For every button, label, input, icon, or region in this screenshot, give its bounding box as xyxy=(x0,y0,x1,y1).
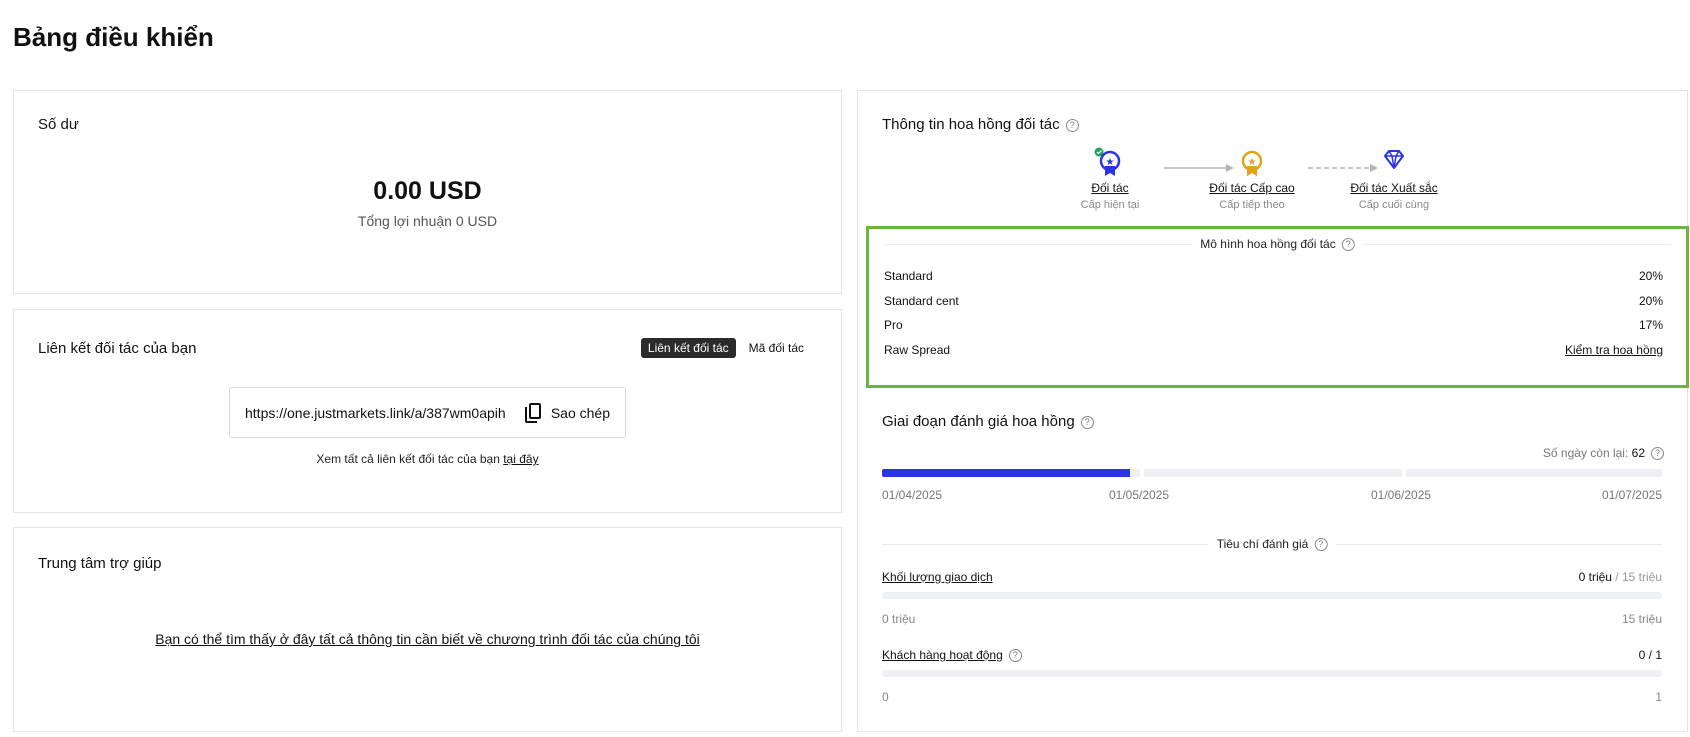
criterion-name[interactable]: Khách hàng hoạt động xyxy=(882,648,1003,662)
period-date: 01/06/2025 xyxy=(1371,488,1432,502)
help-icon[interactable]: ? xyxy=(1080,415,1094,429)
criterion-progress-bar xyxy=(882,592,1662,599)
medal-icon: ★ xyxy=(1094,147,1121,176)
criterion-active-clients: Khách hàng hoạt động? 0 / 1 xyxy=(882,648,1662,663)
tier-senior-partner: ★ Đối tác Cấp cao Cấp tiếp theo xyxy=(1192,147,1312,211)
balance-title: Số dư xyxy=(38,116,79,133)
tier-status: Cấp tiếp theo xyxy=(1219,199,1285,211)
commission-row: Standard 20% xyxy=(884,269,1663,283)
copy-label: Sao chép xyxy=(550,404,610,421)
page-title: Bảng điều khiển xyxy=(13,22,214,52)
commission-rate: 20% xyxy=(1638,269,1663,283)
commission-model-title: Mô hình hoa hồng đối tác xyxy=(1200,237,1336,251)
help-icon[interactable]: ? xyxy=(1065,118,1079,132)
partner-link-field: https://one.justmarkets.link/a/387wm0api… xyxy=(229,387,626,438)
commission-model-header: Mô hình hoa hồng đối tác? xyxy=(884,237,1671,252)
days-remaining-value: 62 xyxy=(1631,446,1645,460)
toggle-partner-link[interactable]: Liên kết đối tác xyxy=(640,338,736,358)
tier-excellent-partner: Đối tác Xuất sắc Cấp cuối cùng xyxy=(1334,147,1454,211)
tier-progression: ★ Đối tác Cấp hiện tại ★ Đối tác Cấp cao… xyxy=(858,147,1687,221)
evaluation-progress-bar xyxy=(882,469,1662,478)
diamond-icon xyxy=(1384,150,1404,169)
progress-fill xyxy=(882,469,1130,477)
account-type: Standard xyxy=(884,269,933,283)
days-remaining-label: Số ngày còn lại: xyxy=(1542,446,1629,460)
copy-button[interactable]: Sao chép xyxy=(524,402,610,423)
criterion-max: 15 triệu xyxy=(1621,612,1662,626)
criterion-name[interactable]: Khối lượng giao dịch xyxy=(882,570,993,584)
period-date: 01/07/2025 xyxy=(1601,488,1662,502)
link-note: Xem tất cả liên kết đối tác của bạn tại … xyxy=(14,452,841,466)
criterion-value: 0 / 1 xyxy=(1638,648,1662,662)
criterion-scale: 0 triệu 15 triệu xyxy=(882,612,1662,626)
period-date: 01/05/2025 xyxy=(1109,488,1170,502)
partner-link-card: Liên kết đối tác của bạn Liên kết đối tá… xyxy=(13,309,842,513)
toggle-partner-code[interactable]: Mã đối tác xyxy=(742,338,811,358)
svg-text:★: ★ xyxy=(1248,157,1257,168)
tier-name[interactable]: Đối tác Xuất sắc xyxy=(1334,181,1454,195)
tier-status: Cấp cuối cùng xyxy=(1358,199,1430,211)
criteria-title: Tiêu chí đánh giá xyxy=(1216,537,1309,551)
partner-link-url[interactable]: https://one.justmarkets.link/a/387wm0api… xyxy=(245,405,525,421)
criteria-header: Tiêu chí đánh giá? xyxy=(882,537,1662,552)
help-center-title: Trung tâm trợ giúp xyxy=(38,555,162,572)
evaluation-title-text: Giai đoạn đánh giá hoa hồng xyxy=(882,413,1075,430)
help-icon[interactable]: ? xyxy=(1008,649,1022,663)
criterion-progress-bar xyxy=(882,670,1662,677)
tier-partner: ★ Đối tác Cấp hiện tại xyxy=(1050,147,1170,211)
commission-card: Thông tin hoa hồng đối tác? ★ Đối tác Cấ… xyxy=(857,90,1689,732)
copy-icon xyxy=(524,402,543,423)
view-all-links-link[interactable]: tại đây xyxy=(503,452,538,466)
check-commission-link[interactable]: Kiểm tra hoa hồng xyxy=(1565,343,1663,357)
criterion-min: 0 xyxy=(882,690,889,704)
commission-row: Pro 17% xyxy=(884,318,1663,332)
medal-icon: ★ xyxy=(1241,150,1263,176)
account-type: Raw Spread xyxy=(884,343,951,357)
progress-segment xyxy=(1144,469,1402,477)
tier-status: Cấp hiện tại xyxy=(1080,199,1140,211)
criterion-scale: 0 1 xyxy=(882,690,1662,704)
commission-title: Thông tin hoa hồng đối tác? xyxy=(882,116,1079,133)
balance-card: Số dư 0.00 USD Tổng lợi nhuận 0 USD xyxy=(13,90,842,294)
help-icon[interactable]: ? xyxy=(1651,447,1664,461)
help-center-card: Trung tâm trợ giúp Bạn có thể tìm thấy ở… xyxy=(13,527,842,732)
criterion-max: 1 xyxy=(1655,690,1662,704)
commission-title-text: Thông tin hoa hồng đối tác xyxy=(882,116,1060,133)
commission-model-section: Mô hình hoa hồng đối tác? Standard 20% S… xyxy=(866,226,1689,388)
criterion-trading-volume: Khối lượng giao dịch 0 triệu / 15 triệu xyxy=(882,570,1662,584)
help-info-link-text: Bạn có thể tìm thấy ở đây tất cả thông t… xyxy=(155,631,700,647)
period-date: 01/04/2025 xyxy=(882,488,943,502)
total-profit: Tổng lợi nhuận 0 USD xyxy=(357,213,498,229)
balance-amount: 0.00 USD xyxy=(373,177,482,205)
tier-name[interactable]: Đối tác Cấp cao xyxy=(1192,181,1312,195)
help-info-link[interactable]: Bạn có thể tìm thấy ở đây tất cả thông t… xyxy=(14,631,841,647)
days-remaining: Số ngày còn lại: 62? xyxy=(1542,446,1664,461)
criterion-min: 0 triệu xyxy=(882,612,916,626)
link-type-toggle: Liên kết đối tác Mã đối tác xyxy=(640,338,811,358)
help-icon[interactable]: ? xyxy=(1341,238,1355,252)
tier-name[interactable]: Đối tác xyxy=(1050,181,1170,195)
partner-link-title: Liên kết đối tác của bạn xyxy=(38,340,197,357)
commission-row: Raw Spread Kiểm tra hoa hồng xyxy=(884,343,1663,357)
progress-segment xyxy=(882,469,1140,477)
progress-segment xyxy=(1406,469,1662,477)
evaluation-title: Giai đoạn đánh giá hoa hồng? xyxy=(882,413,1094,430)
commission-rate: 17% xyxy=(1638,318,1663,332)
criterion-value: 0 triệu / 15 triệu xyxy=(1578,570,1662,584)
account-type: Standard cent xyxy=(884,294,959,308)
commission-row: Standard cent 20% xyxy=(884,294,1663,308)
link-note-text: Xem tất cả liên kết đối tác của bạn xyxy=(316,452,500,466)
commission-rate: 20% xyxy=(1638,294,1663,308)
account-type: Pro xyxy=(884,318,903,332)
help-icon[interactable]: ? xyxy=(1314,538,1328,552)
svg-text:★: ★ xyxy=(1106,157,1115,168)
